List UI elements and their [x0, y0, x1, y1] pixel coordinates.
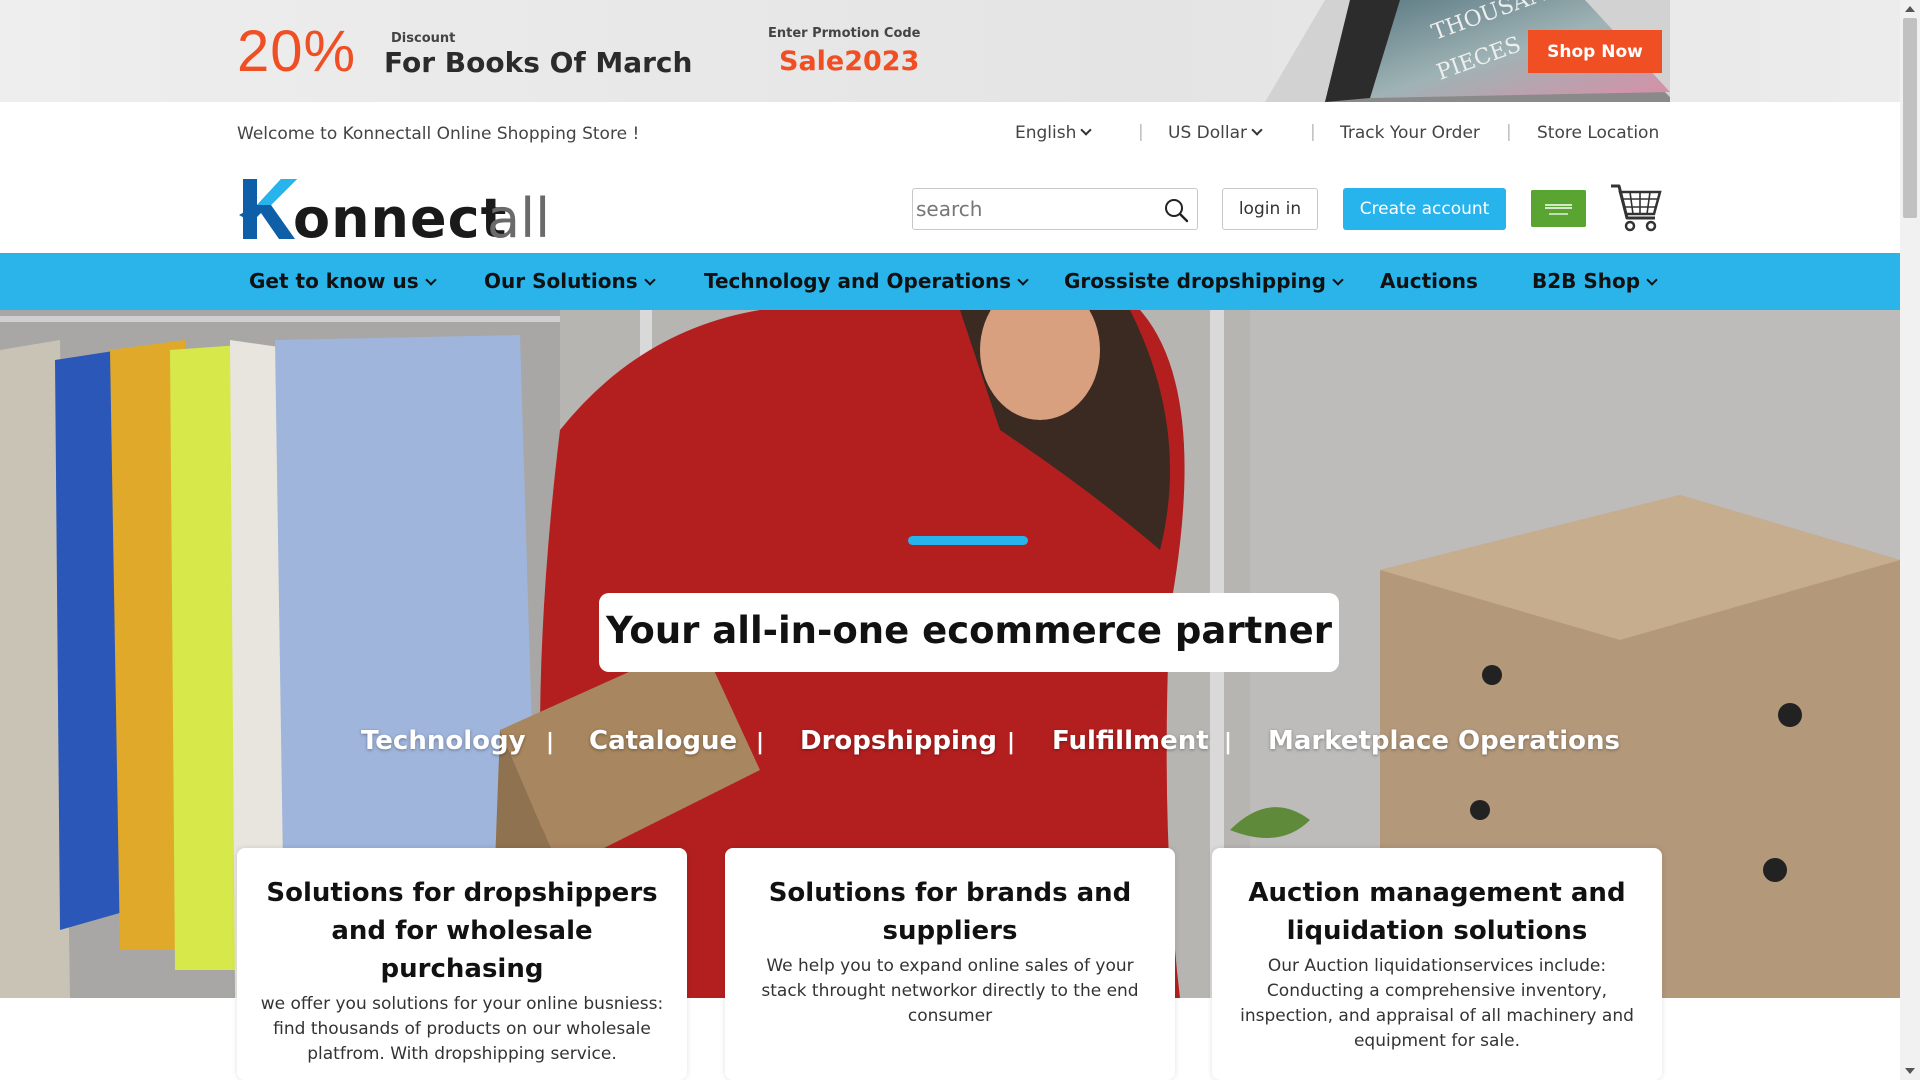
- create-account-button[interactable]: Create account: [1343, 188, 1506, 230]
- nav-item-technology-and-operations[interactable]: Technology and Operations: [704, 269, 1029, 293]
- search-box: [912, 188, 1198, 230]
- nav-item-b2b-shop[interactable]: B2B Shop: [1532, 269, 1658, 293]
- scroll-up-arrow-icon[interactable]: [1905, 6, 1915, 12]
- card-title: Solutions for brands and suppliers: [768, 878, 1132, 946]
- search-input[interactable]: [916, 193, 1151, 225]
- konnectall-logo[interactable]: onnect all: [237, 175, 547, 243]
- store-location-link[interactable]: Store Location: [1537, 123, 1659, 143]
- hero-tag-fulfillment: Fulfillment: [1052, 726, 1209, 756]
- hero-tag-separator: |: [1224, 730, 1233, 755]
- separator: |: [1310, 122, 1316, 142]
- hero-tag-separator: |: [756, 730, 765, 755]
- currency-selector[interactable]: US Dollar: [1168, 123, 1263, 143]
- cart-icon[interactable]: [1609, 182, 1664, 234]
- language-label: English: [1015, 123, 1077, 143]
- card-dropshippers[interactable]: Solutions for dropshippers and for whole…: [237, 848, 687, 1080]
- hero-headline: Your all-in-one ecommerce partner: [606, 609, 1332, 652]
- hero-headline-box: Your all-in-one ecommerce partner: [599, 593, 1339, 672]
- chevron-down-icon: [1080, 124, 1093, 136]
- track-order-link[interactable]: Track Your Order: [1340, 123, 1480, 143]
- page-scrollbar[interactable]: [1900, 0, 1920, 1080]
- separator: |: [1506, 122, 1512, 142]
- card-title: Solutions for dropshippers and for whole…: [266, 878, 658, 984]
- promo-discount-label: Discount: [391, 31, 456, 46]
- chevron-down-icon: [1646, 274, 1658, 286]
- promo-percent: 20%: [237, 19, 357, 84]
- hero-tag-catalogue: Catalogue: [589, 726, 738, 756]
- nav-item-get-to-know-us[interactable]: Get to know us: [249, 269, 437, 293]
- chevron-down-icon: [424, 274, 437, 286]
- svg-text:all: all: [487, 187, 547, 243]
- nav-item-label: Get to know us: [249, 269, 419, 293]
- language-selector[interactable]: English: [1015, 123, 1093, 143]
- hero-tag-technology: Technology: [361, 726, 526, 756]
- promo-code-label: Enter Prmotion Code: [768, 26, 921, 41]
- nav-item-label: B2B Shop: [1532, 269, 1641, 293]
- shop-now-button[interactable]: Shop Now: [1528, 30, 1662, 73]
- nav-item-grossiste-dropshipping[interactable]: Grossiste dropshipping: [1064, 269, 1344, 293]
- card-text: we offer you solutions for your online b…: [260, 994, 664, 1064]
- scroll-down-arrow-icon[interactable]: [1905, 1068, 1915, 1074]
- nav-item-auctions[interactable]: Auctions: [1380, 269, 1478, 293]
- card-auction-management[interactable]: Auction management and liquidation solut…: [1212, 848, 1662, 1080]
- nav-item-label: Grossiste dropshipping: [1064, 269, 1326, 293]
- slider-indicator[interactable]: [908, 536, 1028, 545]
- saudi-flag-icon[interactable]: [1531, 190, 1586, 227]
- card-title: Auction management and liquidation solut…: [1248, 878, 1626, 946]
- hero-tag-separator: |: [546, 730, 555, 755]
- promo-banner: 20% Discount For Books Of March Enter Pr…: [0, 0, 1900, 102]
- hero-tag-marketplace-operations: Marketplace Operations: [1268, 726, 1620, 756]
- card-brands-suppliers[interactable]: Solutions for brands and suppliers We he…: [725, 848, 1175, 1080]
- nav-item-label: Auctions: [1380, 269, 1478, 293]
- search-icon[interactable]: [1163, 197, 1189, 223]
- chevron-down-icon: [1017, 274, 1029, 286]
- promo-title: For Books Of March: [384, 46, 693, 79]
- login-button[interactable]: login in: [1222, 188, 1318, 230]
- hero-tag-separator: |: [1007, 730, 1016, 755]
- chevron-down-icon: [1332, 274, 1344, 286]
- welcome-text: Welcome to Konnectall Online Shopping St…: [237, 124, 640, 144]
- nav-item-our-solutions[interactable]: Our Solutions: [484, 269, 656, 293]
- separator: |: [1138, 122, 1144, 142]
- nav-item-label: Our Solutions: [484, 269, 638, 293]
- currency-label: US Dollar: [1168, 123, 1247, 143]
- main-navigation: Get to know us Our Solutions Technology …: [0, 253, 1900, 310]
- card-text: Our Auction liquidationservices include:…: [1240, 956, 1634, 1051]
- scrollbar-thumb[interactable]: [1903, 18, 1917, 218]
- promo-code: Sale2023: [779, 46, 920, 77]
- chevron-down-icon: [643, 274, 656, 286]
- nav-item-label: Technology and Operations: [704, 269, 1012, 293]
- chevron-down-icon: [1251, 124, 1263, 136]
- hero-tag-dropshipping: Dropshipping: [800, 726, 998, 756]
- card-text: We help you to expand online sales of yo…: [761, 956, 1139, 1026]
- svg-text:onnect: onnect: [293, 187, 507, 243]
